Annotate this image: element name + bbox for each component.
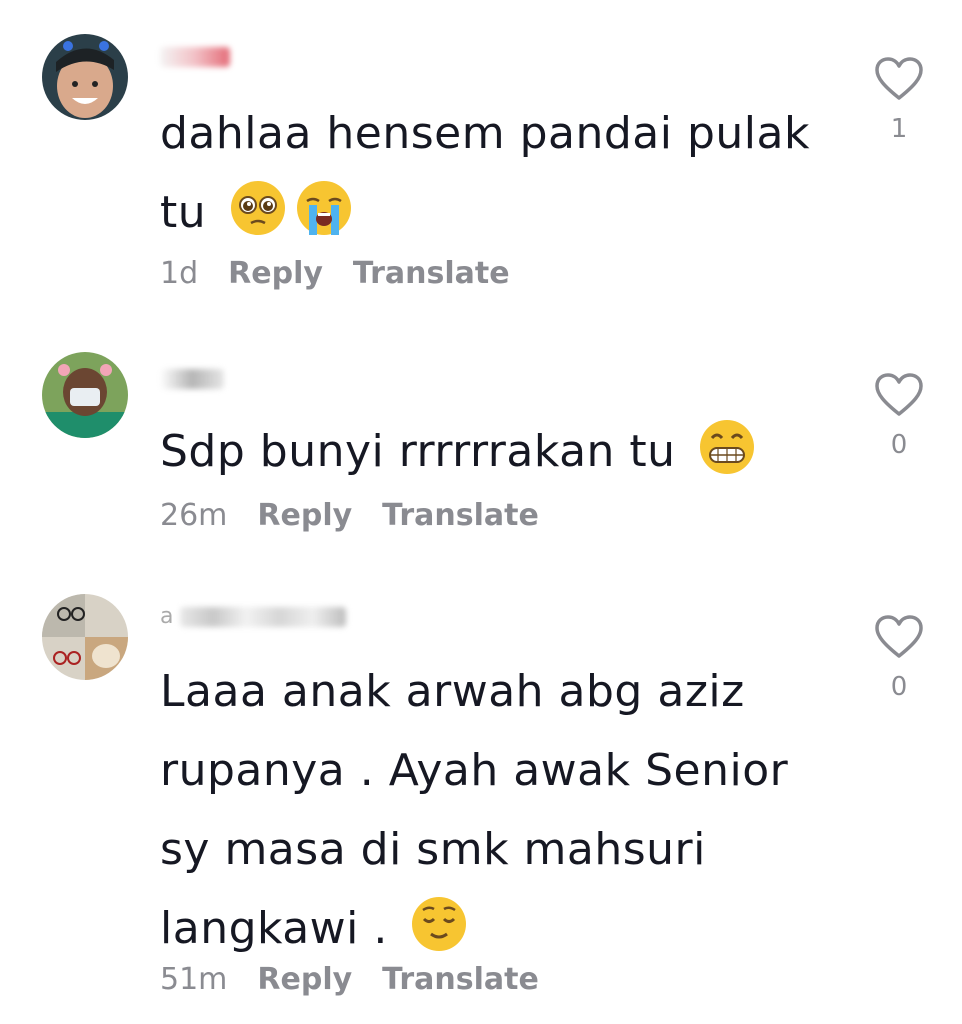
username-text: a <box>160 604 174 629</box>
comment-time: 1d <box>160 256 199 291</box>
relieved-face-icon <box>410 895 468 953</box>
avatar-image <box>42 34 128 120</box>
like-button[interactable]: 0 <box>868 614 930 702</box>
translate-button[interactable]: Translate <box>382 498 539 533</box>
username[interactable] <box>160 362 224 396</box>
like-count: 0 <box>890 672 908 702</box>
comment-meta: 51m Reply Translate <box>160 962 539 997</box>
comment-time: 51m <box>160 962 228 997</box>
avatar[interactable] <box>42 352 128 438</box>
avatar-image <box>42 594 128 680</box>
like-button[interactable]: 1 <box>868 56 930 144</box>
username-redacted <box>160 369 224 389</box>
avatar-image <box>42 352 128 438</box>
reply-button[interactable]: Reply <box>228 256 323 291</box>
comment-time: 26m <box>160 498 228 533</box>
heart-icon <box>875 57 923 100</box>
username-redacted <box>160 47 230 67</box>
comment-text: dahlaa hensem pandai pulak tu <box>160 94 850 252</box>
avatar[interactable] <box>42 34 128 120</box>
reply-button[interactable]: Reply <box>257 962 352 997</box>
like-count: 1 <box>890 114 908 144</box>
comment-text-content: Laaa anak arwah abg aziz rupanya . Ayah … <box>160 666 789 954</box>
username[interactable] <box>160 40 230 74</box>
heart-icon <box>875 373 923 416</box>
heart-icon <box>875 615 923 658</box>
comment-meta: 26m Reply Translate <box>160 498 539 533</box>
username[interactable]: a <box>160 600 347 634</box>
comment-text-content: Sdp bunyi rrrrrrakan tu <box>160 426 676 477</box>
comment-text: Laaa anak arwah abg aziz rupanya . Ayah … <box>160 652 850 968</box>
like-count: 0 <box>890 430 908 460</box>
translate-button[interactable]: Translate <box>353 256 510 291</box>
username-redacted <box>180 607 347 627</box>
reply-button[interactable]: Reply <box>257 498 352 533</box>
like-button[interactable]: 0 <box>868 372 930 460</box>
grinning-squinting-face-icon <box>698 418 756 476</box>
avatar[interactable] <box>42 594 128 680</box>
loudly-crying-face-icon <box>295 179 353 237</box>
translate-button[interactable]: Translate <box>382 962 539 997</box>
comment-meta: 1d Reply Translate <box>160 256 510 291</box>
comment-text: Sdp bunyi rrrrrrakan tu <box>160 412 850 491</box>
pleading-face-icon <box>229 179 287 237</box>
